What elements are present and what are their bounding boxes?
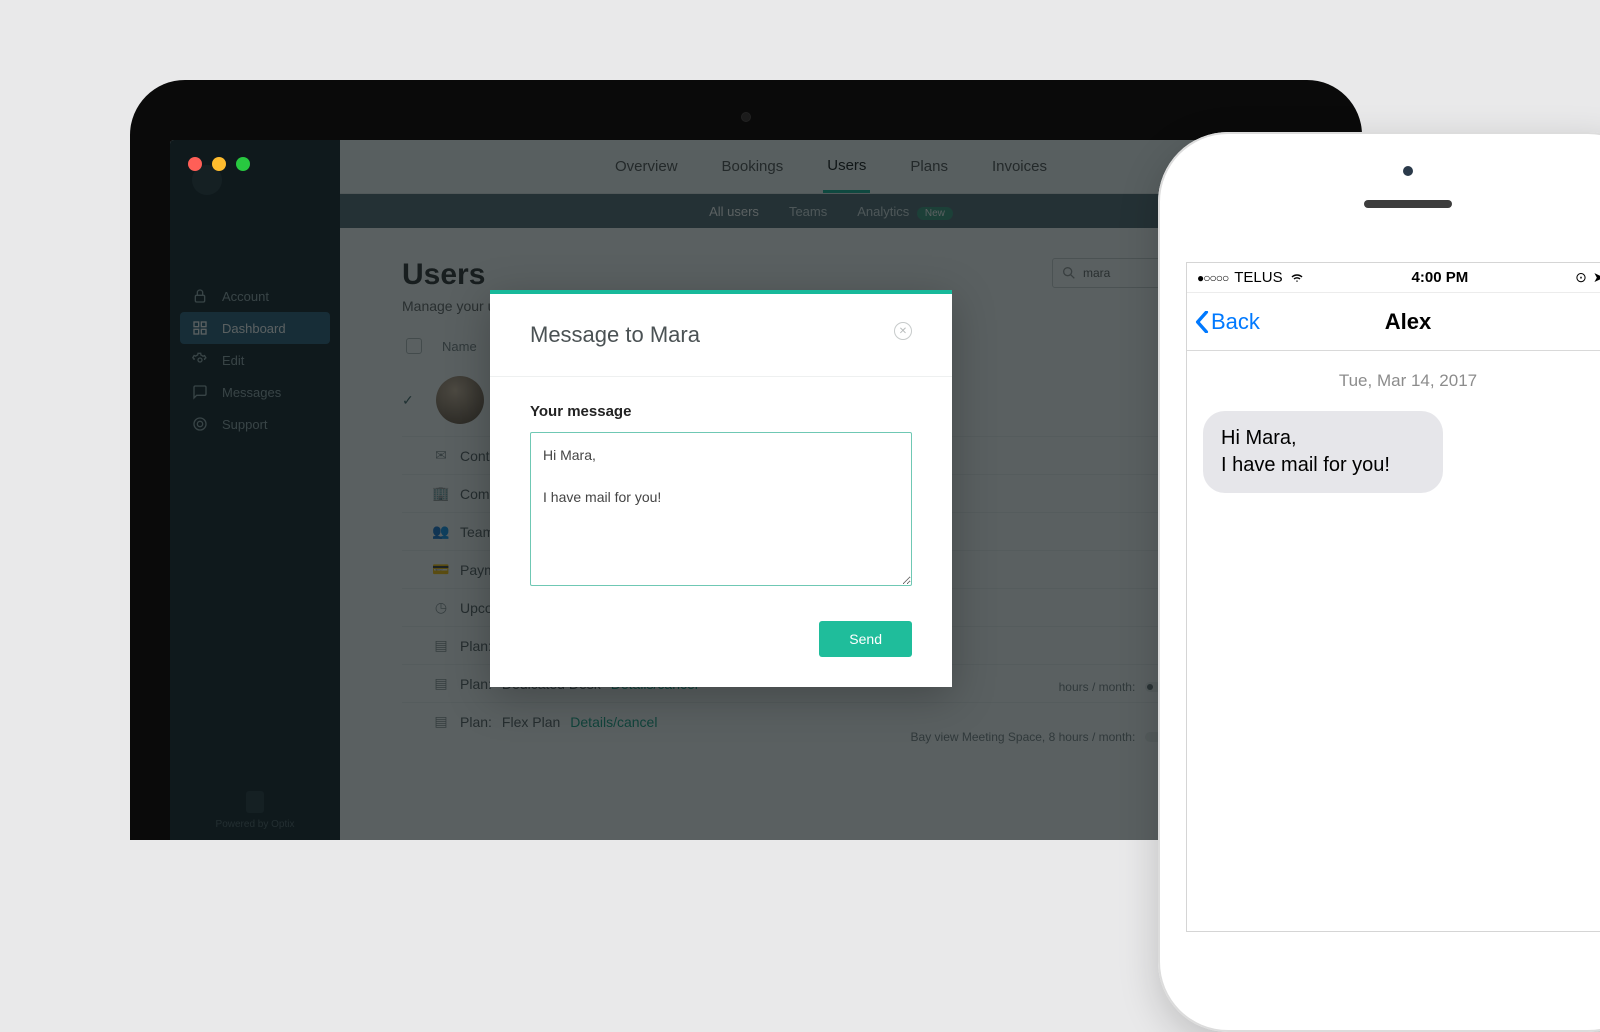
bubble-line: I have mail for you! <box>1221 452 1425 479</box>
message-textarea[interactable] <box>530 432 912 586</box>
message-field-label: Your message <box>530 403 912 420</box>
chat-body: Tue, Mar 14, 2017 Hi Mara, I have mail f… <box>1187 351 1600 931</box>
wifi-icon <box>1289 272 1305 284</box>
status-time: 4:00 PM <box>1412 269 1469 286</box>
phone-frame: ●○○○○ TELUS 4:00 PM ⊙ ➤ ᛒ Back Alex Tue,… <box>1158 132 1600 1032</box>
bubble-line: Hi Mara, <box>1221 425 1425 452</box>
close-window-icon[interactable] <box>188 157 202 171</box>
back-button[interactable]: Back <box>1187 309 1260 335</box>
send-button[interactable]: Send <box>819 621 912 657</box>
chat-header: Back Alex <box>1187 293 1600 351</box>
location-icon: ➤ <box>1593 269 1600 286</box>
back-label: Back <box>1211 309 1260 335</box>
alarm-icon: ⊙ <box>1575 269 1587 286</box>
signal-icon: ●○○○○ <box>1197 271 1228 285</box>
message-bubble: Hi Mara, I have mail for you! <box>1203 411 1443 493</box>
message-modal: Message to Mara ✕ Your message Send <box>490 290 952 687</box>
window-controls <box>188 157 250 171</box>
chat-date: Tue, Mar 14, 2017 <box>1203 371 1600 391</box>
phone-screen: ●○○○○ TELUS 4:00 PM ⊙ ➤ ᛒ Back Alex Tue,… <box>1186 262 1600 932</box>
modal-title: Message to Mara <box>530 322 700 348</box>
phone-speaker <box>1364 200 1452 208</box>
modal-close-button[interactable]: ✕ <box>894 322 912 340</box>
chevron-left-icon <box>1195 311 1209 333</box>
carrier: TELUS <box>1234 269 1282 286</box>
laptop-camera <box>741 112 751 122</box>
status-bar: ●○○○○ TELUS 4:00 PM ⊙ ➤ ᛒ <box>1187 263 1600 293</box>
maximize-window-icon[interactable] <box>236 157 250 171</box>
chat-contact-name: Alex <box>1385 309 1431 335</box>
close-icon: ✕ <box>899 326 907 337</box>
minimize-window-icon[interactable] <box>212 157 226 171</box>
